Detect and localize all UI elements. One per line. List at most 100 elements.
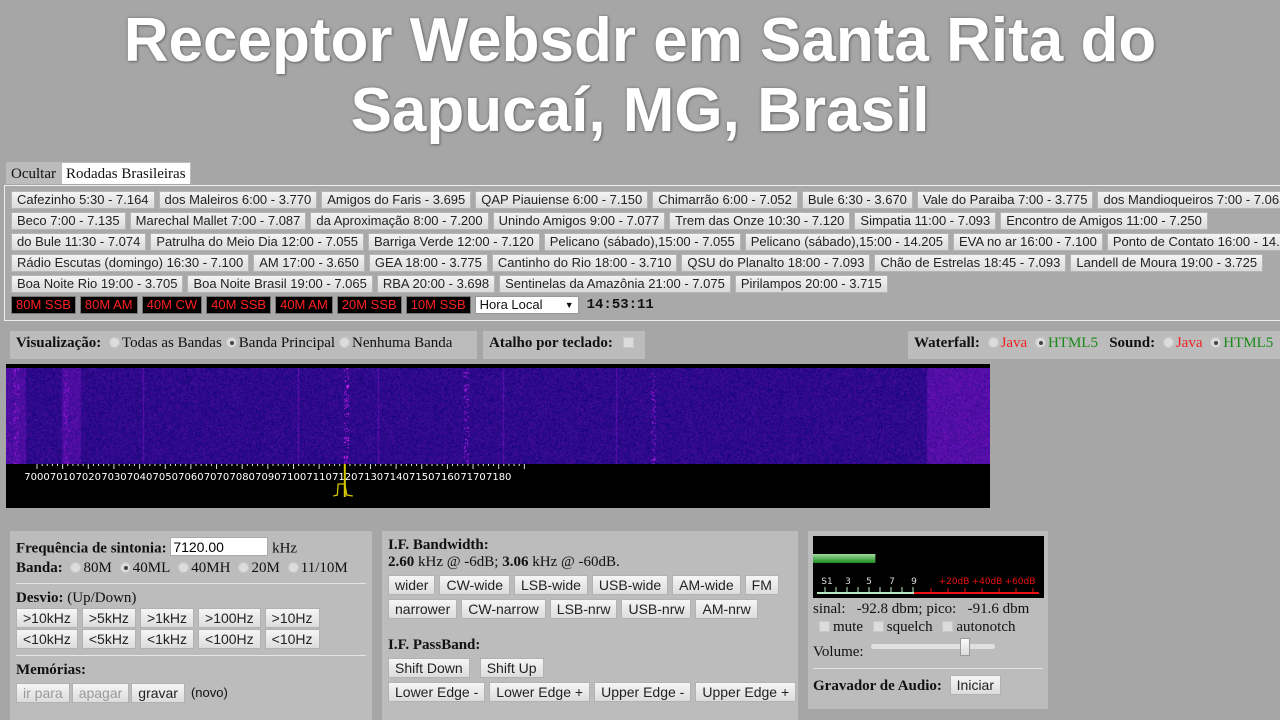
tab-rodadas-brasileiras[interactable]: Rodadas Brasileiras	[60, 162, 191, 184]
preset-button[interactable]: Trem das Onze 10:30 - 7.120	[669, 212, 851, 230]
bandwidth-button[interactable]: AM-nrw	[695, 599, 758, 619]
step-down-button[interactable]: <5kHz	[81, 628, 136, 649]
passband-shift-button[interactable]: Shift Down	[388, 658, 470, 678]
preset-button[interactable]: QSU do Planalto 18:00 - 7.093	[681, 254, 871, 272]
mem-delete-button[interactable]: apagar	[71, 682, 130, 703]
preset-button[interactable]: RBA 20:00 - 3.698	[376, 275, 496, 293]
preset-button[interactable]: Rádio Escutas (domingo) 16:30 - 7.100	[11, 254, 250, 272]
preset-button[interactable]: dos Mandioqueiros 7:00 - 7.063	[1097, 191, 1280, 209]
band-preset-button[interactable]: 10M SSB	[405, 296, 471, 314]
step-down-button[interactable]: <100Hz	[198, 628, 261, 649]
waterfall-canvas[interactable]	[6, 368, 990, 464]
preset-button[interactable]: Pirilampos 20:00 - 3.715	[734, 275, 888, 293]
band-preset-button[interactable]: 20M SSB	[336, 296, 402, 314]
preset-button[interactable]: Pelicano (sábado),15:00 - 7.055	[543, 233, 741, 251]
view-option-radio[interactable]	[339, 337, 351, 348]
step-up-button[interactable]: >5kHz	[81, 607, 136, 628]
passband-edge-button[interactable]: Upper Edge +	[695, 682, 797, 702]
preset-button[interactable]: Amigos do Faris - 3.695	[321, 191, 472, 209]
preset-button[interactable]: dos Maleiros 6:00 - 3.770	[158, 191, 318, 209]
preset-button[interactable]: GEA 18:00 - 3.775	[368, 254, 488, 272]
passband-shape[interactable]	[333, 483, 353, 497]
preset-button[interactable]: Chimarrão 6:00 - 7.052	[652, 191, 798, 209]
step-up-button[interactable]: >10kHz	[16, 607, 78, 628]
preset-button[interactable]: do Bule 11:30 - 7.074	[11, 233, 147, 251]
volume-slider-thumb[interactable]	[959, 638, 970, 656]
preset-button[interactable]: Boa Noite Brasil 19:00 - 7.065	[187, 275, 373, 293]
squelch-checkbox[interactable]	[872, 621, 884, 632]
preset-button[interactable]: Landell de Moura 19:00 - 3.725	[1070, 254, 1264, 272]
band-preset-button[interactable]: 80M SSB	[11, 296, 76, 314]
autonotch-checkbox[interactable]	[942, 621, 954, 632]
waterfall-java-radio[interactable]	[987, 337, 999, 348]
preset-button[interactable]: Cantinho do Rio 18:00 - 3.710	[491, 254, 678, 272]
preset-button[interactable]: EVA no ar 16:00 - 7.100	[953, 233, 1103, 251]
time-select[interactable]: Hora Local ▼	[474, 296, 579, 314]
preset-button[interactable]: Patrulha do Meio Dia 12:00 - 7.055	[150, 233, 364, 251]
preset-button[interactable]: Simpatia 11:00 - 7.093	[854, 212, 997, 230]
bandwidth-button[interactable]: CW-wide	[439, 575, 510, 595]
preset-button[interactable]: Encontro de Amigos 11:00 - 7.250	[1000, 212, 1208, 230]
preset-button[interactable]: Barriga Verde 12:00 - 7.120	[368, 233, 540, 251]
passband-edge-button[interactable]: Lower Edge +	[489, 682, 591, 702]
preset-button[interactable]: Sentinelas da Amazônia 21:00 - 7.075	[499, 275, 731, 293]
band-radio[interactable]	[178, 561, 190, 573]
tab-ocultar[interactable]: Ocultar	[6, 162, 61, 184]
preset-button[interactable]: Pelicano (sábado),15:00 - 14.205	[744, 233, 949, 251]
sound-html5-radio[interactable]	[1210, 337, 1222, 348]
preset-button[interactable]: da Aproximação 8:00 - 7.200	[310, 212, 489, 230]
passband-shift-button[interactable]: Shift Up	[479, 658, 544, 678]
band-radio[interactable]	[119, 561, 131, 573]
waterfall-display[interactable]: 7000 7010 7020 7030 7040 7050 7060 7070 7080 7090…	[6, 364, 990, 508]
scale-label: 7040	[127, 472, 152, 483]
frequency-input[interactable]	[170, 537, 269, 556]
step-up-button[interactable]: >1kHz	[139, 607, 195, 628]
preset-button[interactable]: QAP Piauiense 6:00 - 7.150	[475, 191, 649, 209]
band-radio[interactable]	[70, 561, 82, 573]
bandwidth-button[interactable]: USB-wide	[591, 575, 669, 595]
preset-button[interactable]: Vale do Paraiba 7:00 - 3.775	[916, 191, 1094, 209]
mem-goto-button[interactable]: ir para	[16, 682, 70, 703]
step-down-button[interactable]: <10kHz	[16, 628, 78, 649]
band-preset-button[interactable]: 40M AM	[275, 296, 333, 314]
volume-slider[interactable]	[871, 638, 995, 656]
step-up-button[interactable]: >10Hz	[264, 607, 320, 628]
passband-edge-button[interactable]: Lower Edge -	[388, 682, 486, 702]
waterfall-html5-radio[interactable]	[1034, 337, 1046, 348]
sound-java-radio[interactable]	[1162, 337, 1174, 348]
view-option-radio[interactable]	[225, 337, 237, 348]
band-preset-button[interactable]: 40M CW	[141, 296, 203, 314]
autonotch-label: autonotch	[956, 619, 1016, 635]
bandwidth-button[interactable]: USB-nrw	[621, 599, 692, 619]
step-down-button[interactable]: <10Hz	[264, 628, 320, 649]
bandwidth-button[interactable]: LSB-nrw	[549, 599, 618, 619]
bandwidth-button[interactable]: FM	[744, 575, 779, 595]
view-option-radio[interactable]	[109, 337, 121, 348]
preset-button[interactable]: Marechal Mallet 7:00 - 7.087	[129, 212, 307, 230]
recorder-start-button[interactable]: Iniciar	[949, 675, 1002, 695]
bandwidth-button[interactable]: narrower	[388, 599, 458, 619]
bandwidth-button[interactable]: CW-narrow	[461, 599, 546, 619]
band-preset-button[interactable]: 80M AM	[79, 296, 138, 314]
step-down-button[interactable]: <1kHz	[139, 628, 195, 649]
bandwidth-button[interactable]: LSB-wide	[514, 575, 588, 595]
bandwidth-button[interactable]: AM-wide	[672, 575, 741, 595]
band-radio[interactable]	[287, 561, 299, 573]
frequency-scale[interactable]: 7000 7010 7020 7030 7040 7050 7060 7070 7080 7090…	[6, 464, 990, 508]
preset-button[interactable]: Cafezinho 5:30 - 7.164	[11, 191, 155, 209]
preset-button[interactable]: Beco 7:00 - 7.135	[11, 212, 126, 230]
passband-edge-button[interactable]: Upper Edge -	[594, 682, 692, 702]
band-preset-button[interactable]: 40M SSB	[206, 296, 272, 314]
preset-button[interactable]: Unindo Amigos 9:00 - 7.077	[492, 212, 666, 230]
preset-button[interactable]: Ponto de Contato 16:00 - 14.135	[1106, 233, 1280, 251]
step-up-button[interactable]: >100Hz	[198, 607, 261, 628]
bandwidth-button[interactable]: wider	[388, 575, 436, 595]
mem-save-button[interactable]: gravar	[131, 682, 185, 703]
preset-button[interactable]: Bule 6:30 - 3.670	[801, 191, 913, 209]
preset-button[interactable]: Chão de Estrelas 18:45 - 7.093	[874, 254, 1067, 272]
preset-button[interactable]: Boa Noite Rio 19:00 - 3.705	[11, 275, 184, 293]
preset-button[interactable]: AM 17:00 - 3.650	[253, 254, 365, 272]
shortcut-checkbox[interactable]	[622, 337, 634, 348]
band-radio[interactable]	[238, 561, 250, 573]
mute-checkbox[interactable]	[819, 621, 830, 632]
